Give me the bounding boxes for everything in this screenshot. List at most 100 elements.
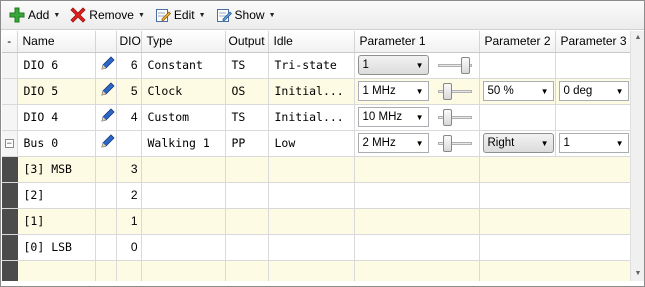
scroll-down-icon[interactable]: ▼ xyxy=(631,267,645,281)
output-cell xyxy=(225,182,269,209)
row-header[interactable] xyxy=(2,104,18,131)
channel-type[interactable]: Constant xyxy=(141,52,226,79)
parameter-1-cell: 1 MHz ▼ xyxy=(354,78,480,105)
row-header[interactable] xyxy=(2,52,18,79)
bit-name[interactable]: [3] MSB xyxy=(17,156,96,183)
channel-output[interactable]: PP xyxy=(225,130,269,157)
type-cell xyxy=(141,234,226,261)
slider-thumb[interactable] xyxy=(442,109,452,126)
parameter-2-select[interactable]: Right ▼ xyxy=(482,133,554,153)
scroll-up-icon[interactable]: ▲ xyxy=(631,31,645,45)
show-label: Show xyxy=(234,8,265,22)
table-row[interactable]: [0] LSB 0 xyxy=(2,234,630,261)
table-row[interactable]: DIO 4 4 Custom TS Initial... 10 MHz ▼ xyxy=(2,104,630,131)
channel-type[interactable]: Custom xyxy=(141,104,226,131)
channel-output[interactable]: TS xyxy=(225,52,269,79)
column-header-idle[interactable]: Idle xyxy=(268,31,355,53)
show-icon xyxy=(216,7,232,23)
header-row: - Name DIO Type Output Idle Parameter 1 … xyxy=(2,31,630,53)
slider-thumb[interactable] xyxy=(460,57,470,74)
column-header-parameter-1[interactable]: Parameter 1 xyxy=(354,31,480,53)
empty-cell xyxy=(354,260,480,281)
pencil-icon[interactable] xyxy=(95,130,117,157)
parameter-3-cell: 0 deg ▼ xyxy=(555,78,630,105)
parameter-2-cell: 50 % ▼ xyxy=(479,78,556,105)
parameter-1-value: 10 MHz xyxy=(362,111,403,123)
bit-name[interactable]: [1] xyxy=(17,208,96,235)
parameter-1-slider[interactable] xyxy=(437,55,472,75)
edit-button[interactable]: Edit ▼ xyxy=(151,4,210,26)
chevron-down-icon: ▼ xyxy=(137,11,145,19)
parameter-1-combo[interactable]: 1 MHz ▼ xyxy=(357,81,429,101)
parameter-1-combo[interactable]: 10 MHz ▼ xyxy=(357,107,429,127)
bit-name[interactable]: [0] LSB xyxy=(17,234,96,261)
parameter-1-slider[interactable] xyxy=(437,107,472,127)
bit-name[interactable]: [2] xyxy=(17,182,96,209)
channel-idle[interactable]: Low xyxy=(268,130,355,157)
parameter-3-value: 1 xyxy=(563,137,570,149)
parameter-3-cell xyxy=(555,104,630,131)
pencil-icon[interactable] xyxy=(95,52,117,79)
table-row[interactable]: [1] 1 xyxy=(2,208,630,235)
idle-cell xyxy=(268,156,355,183)
parameter-3-cell xyxy=(555,156,630,183)
parameter-1-slider[interactable] xyxy=(437,133,472,153)
dio-number: 5 xyxy=(116,78,142,105)
table-row[interactable]: [3] MSB 3 xyxy=(2,156,630,183)
pencil-icon[interactable] xyxy=(95,78,117,105)
channel-name[interactable]: DIO 5 xyxy=(17,78,96,105)
column-header-parameter-2[interactable]: Parameter 2 xyxy=(479,31,556,53)
slider-thumb[interactable] xyxy=(442,83,452,100)
parameter-1-select[interactable]: 1 ▼ xyxy=(357,55,429,75)
add-button[interactable]: Add ▼ xyxy=(5,4,64,26)
bus-name[interactable]: Bus 0 xyxy=(17,130,96,157)
column-header-dio[interactable]: DIO xyxy=(116,31,142,53)
parameter-1-slider[interactable] xyxy=(437,81,472,101)
parameter-3-cell xyxy=(555,182,630,209)
table-row[interactable]: − Bus 0 Walking 1 PP Low 2 MHz ▼ Right ▼ xyxy=(2,130,630,157)
channel-idle[interactable]: Initial... xyxy=(268,78,355,105)
parameter-1-value: 1 xyxy=(362,59,369,71)
slider-thumb[interactable] xyxy=(442,135,452,152)
channel-name[interactable]: DIO 6 xyxy=(17,52,96,79)
parameter-3-combo[interactable]: 0 deg ▼ xyxy=(558,81,629,101)
column-header-output[interactable]: Output xyxy=(225,31,269,53)
channel-idle[interactable]: Tri-state xyxy=(268,52,355,79)
parameter-2-combo[interactable]: 50 % ▼ xyxy=(482,81,554,101)
channel-type[interactable]: Clock xyxy=(141,78,226,105)
row-header[interactable]: − xyxy=(2,130,18,157)
channel-type[interactable]: Walking 1 xyxy=(141,130,226,157)
vertical-scrollbar[interactable]: ▲ ▼ xyxy=(630,31,644,281)
column-header-collapse[interactable]: - xyxy=(2,31,18,53)
bus-group-bar xyxy=(2,208,18,235)
dio-number: 3 xyxy=(116,156,142,183)
row-header[interactable] xyxy=(2,78,18,105)
table-row[interactable]: [2] 2 xyxy=(2,182,630,209)
column-header-edit xyxy=(95,31,117,53)
column-header-name[interactable]: Name xyxy=(17,31,96,53)
table-row[interactable]: DIO 6 6 Constant TS Tri-state 1 ▼ xyxy=(2,52,630,79)
channel-output[interactable]: TS xyxy=(225,104,269,131)
channel-idle[interactable]: Initial... xyxy=(268,104,355,131)
parameter-1-value: 1 MHz xyxy=(362,85,396,97)
remove-button[interactable]: Remove ▼ xyxy=(66,4,149,26)
table-row[interactable]: DIO 5 5 Clock OS Initial... 1 MHz ▼ 50 % ▼… xyxy=(2,78,630,105)
red-x-icon xyxy=(70,7,86,23)
pencil-icon[interactable] xyxy=(95,104,117,131)
empty-cell xyxy=(555,260,630,281)
show-button[interactable]: Show ▼ xyxy=(212,4,280,26)
chevron-down-icon: ▼ xyxy=(615,86,624,96)
column-header-type[interactable]: Type xyxy=(141,31,226,53)
channel-name[interactable]: DIO 4 xyxy=(17,104,96,131)
column-header-parameter-3[interactable]: Parameter 3 xyxy=(555,31,630,53)
collapse-icon[interactable]: − xyxy=(4,138,14,148)
parameter-1-cell xyxy=(354,182,480,209)
parameter-1-combo[interactable]: 2 MHz ▼ xyxy=(357,133,429,153)
parameter-3-cell xyxy=(555,234,630,261)
empty-cell xyxy=(268,260,355,281)
parameter-1-cell xyxy=(354,208,480,235)
parameter-3-combo[interactable]: 1 ▼ xyxy=(558,133,629,153)
parameter-1-cell: 1 ▼ xyxy=(354,52,480,79)
plus-icon xyxy=(9,7,25,23)
channel-output[interactable]: OS xyxy=(225,78,269,105)
